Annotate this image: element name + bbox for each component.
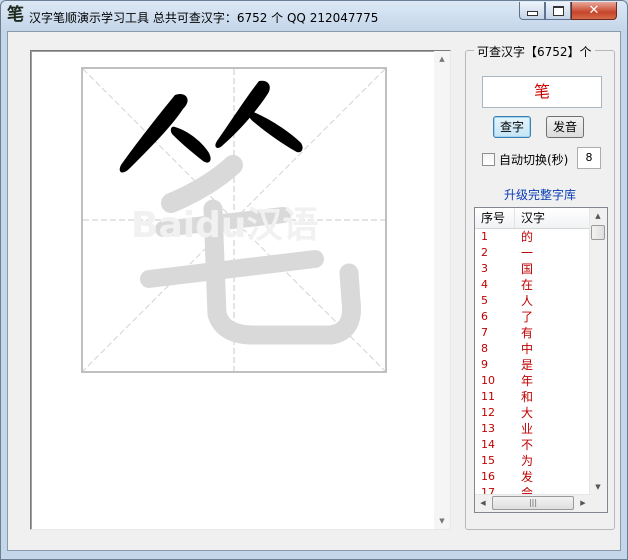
list-item[interactable]: 8中	[475, 341, 591, 357]
list-item-index: 16	[481, 470, 495, 483]
column-header-char[interactable]: 汉字	[515, 208, 591, 228]
stroke-order-canvas: Baidu汉语 ▲ ▼	[30, 50, 451, 530]
list-item-char: 一	[521, 246, 534, 260]
list-item-char: 人	[521, 294, 534, 308]
list-scroll-down-icon[interactable]: ▼	[590, 479, 606, 495]
list-item-index: 8	[481, 342, 488, 355]
list-item-char: 有	[521, 326, 534, 340]
list-item-char: 大	[521, 406, 534, 420]
list-item-index: 1	[481, 230, 488, 243]
list-item[interactable]: 16 发	[475, 469, 591, 485]
list-item[interactable]: 7有	[475, 325, 591, 341]
auto-switch-seconds-input[interactable]: 8	[577, 147, 601, 169]
canvas-scrollbar[interactable]: ▲ ▼	[434, 51, 450, 529]
list-item-index: 4	[481, 278, 488, 291]
window-title: 汉字笔顺演示学习工具 总共可查汉字：6752 个 QQ 212047775	[29, 11, 379, 25]
list-item-char: 的	[521, 230, 534, 244]
list-scroll-right-icon[interactable]: ▶	[575, 495, 591, 511]
scrollbar-corner	[590, 495, 607, 512]
speak-button[interactable]: 发音	[546, 116, 584, 138]
list-vertical-scrollbar[interactable]: ▲ ▼	[589, 208, 607, 495]
title-bar[interactable]: 笔 汉字笔顺演示学习工具 总共可查汉字：6752 个 QQ 212047775 …	[1, 1, 627, 31]
list-item[interactable]: 12 大	[475, 405, 591, 421]
list-item-index: 5	[481, 294, 488, 307]
close-button[interactable]: ✕	[571, 2, 617, 20]
list-item-char: 国	[521, 262, 534, 276]
list-item-char: 不	[521, 438, 534, 452]
column-header-index[interactable]: 序号	[475, 208, 515, 228]
minimize-icon	[526, 10, 538, 16]
list-item[interactable]: 1的	[475, 229, 591, 245]
list-item-index: 7	[481, 326, 488, 339]
svg-text:Baidu汉语: Baidu汉语	[131, 205, 318, 246]
list-item-index: 6	[481, 310, 488, 323]
list-item-char: 发	[521, 470, 534, 484]
list-item[interactable]: 3国	[475, 261, 591, 277]
list-scroll-up-icon[interactable]: ▲	[590, 208, 606, 224]
list-item-char: 中	[521, 342, 534, 356]
auto-switch-checkbox[interactable]	[482, 153, 495, 166]
watermark-logo: Baidu汉语	[131, 205, 318, 246]
list-rows: 1 的 2 一 3 国 4 在 5 人 6 了 7 有 8 中 9 是 10 年 11 和 12 大 13 业 14 不 15 为 16 发 1…	[475, 229, 591, 501]
list-item-index: 13	[481, 422, 495, 435]
list-item[interactable]: 13 业	[475, 421, 591, 437]
list-item[interactable]: 14 不	[475, 437, 591, 453]
current-char-field[interactable]: 笔	[482, 76, 602, 108]
list-item[interactable]: 10 年	[475, 373, 591, 389]
auto-switch-label: 自动切换(秒)	[499, 153, 569, 167]
list-item[interactable]: 4在	[475, 277, 591, 293]
maximize-button[interactable]	[545, 2, 571, 20]
app-icon: 笔	[7, 5, 24, 25]
list-horizontal-scrollbar[interactable]: ◀ ||| ▶	[475, 494, 591, 512]
scroll-down-icon[interactable]: ▼	[434, 513, 450, 529]
lookup-group: 可查汉字【6752】个 笔 查字 发音 自动切换(秒) 8 升级完整字库 序号 …	[465, 43, 615, 530]
group-title: 可查汉字【6752】个	[474, 43, 595, 60]
upgrade-link[interactable]: 升级完整字库	[466, 186, 614, 203]
close-icon: ✕	[588, 3, 600, 18]
list-item-index: 11	[481, 390, 495, 403]
character-list[interactable]: 序号 汉字 1 的 2 一 3 国 4 在 5 人 6 了 7 有 8 中 9 是 10 年 11 和 12 大 13 业 14 不 1…	[474, 207, 608, 513]
list-item-index: 2	[481, 246, 488, 259]
list-item[interactable]: 15 为	[475, 453, 591, 469]
maximize-icon	[552, 5, 564, 16]
list-item-index: 3	[481, 262, 488, 275]
client-area: Baidu汉语 ▲ ▼ 可查汉字【6752】个 笔 查字 发音 自动切换(秒) …	[7, 31, 621, 551]
list-item-index: 10	[481, 374, 495, 387]
main-window: 笔 汉字笔顺演示学习工具 总共可查汉字：6752 个 QQ 212047775 …	[0, 0, 628, 560]
list-item-char: 在	[521, 278, 534, 292]
list-item-char: 是	[521, 358, 534, 372]
list-item-char: 和	[521, 390, 534, 404]
tian-zi-grid: Baidu汉语	[81, 67, 387, 373]
list-item[interactable]: 5人	[475, 293, 591, 309]
list-item-index: 15	[481, 454, 495, 467]
list-scroll-left-icon[interactable]: ◀	[475, 495, 491, 511]
list-item[interactable]: 9是	[475, 357, 591, 373]
list-item[interactable]: 2一	[475, 245, 591, 261]
list-horizontal-thumb[interactable]: |||	[492, 496, 574, 510]
scroll-up-icon[interactable]: ▲	[434, 51, 450, 67]
list-item-index: 14	[481, 438, 495, 451]
list-item-char: 为	[521, 454, 534, 468]
lookup-button[interactable]: 查字	[493, 116, 531, 138]
list-vertical-thumb[interactable]	[591, 225, 605, 240]
list-item-index: 9	[481, 358, 488, 371]
list-item-char: 业	[521, 422, 534, 436]
list-item[interactable]: 11 和	[475, 389, 591, 405]
list-item[interactable]: 6了	[475, 309, 591, 325]
list-item-char: 年	[521, 374, 534, 388]
list-header: 序号 汉字	[475, 208, 591, 229]
list-item-char: 了	[521, 310, 534, 324]
minimize-button[interactable]	[519, 2, 545, 20]
list-item-index: 12	[481, 406, 495, 419]
